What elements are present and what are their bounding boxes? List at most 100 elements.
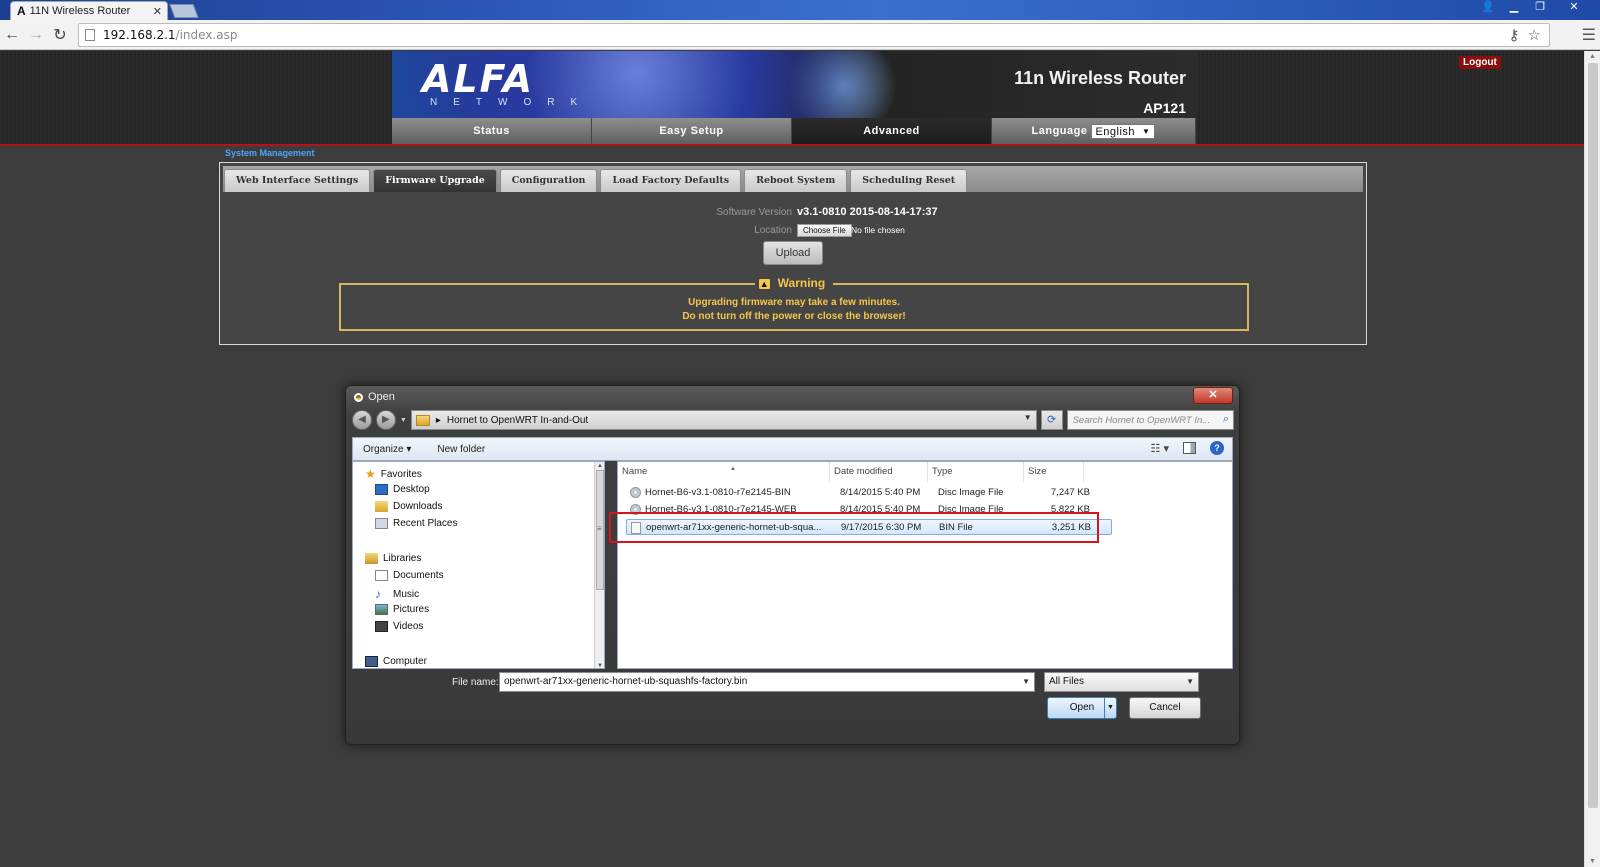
scrollbar-thumb[interactable] bbox=[1588, 63, 1598, 808]
path-breadcrumb[interactable]: ▸ Hornet to OpenWRT In-and-Out ▼ bbox=[410, 410, 1037, 430]
file-row[interactable]: Hornet-B6-v3.1-0810-r7e2145-BIN 8/14/201… bbox=[626, 485, 1112, 501]
user-icon[interactable]: 👤 bbox=[1476, 0, 1500, 16]
no-file-text: No file chosen bbox=[851, 225, 905, 235]
nav-status[interactable]: Status bbox=[392, 118, 592, 144]
breadcrumb[interactable]: System Management bbox=[225, 148, 315, 158]
tab-web-interface-settings[interactable]: Web Interface Settings bbox=[224, 169, 371, 192]
dialog-forward-icon[interactable]: ▶ bbox=[375, 410, 396, 430]
maximize-icon[interactable]: ❐ bbox=[1528, 0, 1552, 16]
chrome-icon bbox=[354, 392, 363, 402]
nav-recent-places[interactable]: Recent Places bbox=[375, 518, 457, 529]
key-icon[interactable]: ⚷ bbox=[1509, 26, 1520, 44]
nav-computer-label: Computer bbox=[383, 656, 427, 667]
file-type-select[interactable]: All Files ▼ bbox=[1044, 672, 1199, 692]
alfa-favicon-icon: A bbox=[17, 4, 26, 18]
upload-button[interactable]: Upload bbox=[763, 241, 823, 265]
file-name-dropdown-icon[interactable]: ▼ bbox=[1022, 673, 1030, 691]
nav-desktop[interactable]: Desktop bbox=[375, 484, 430, 495]
tab-close-icon[interactable]: ✕ bbox=[153, 5, 162, 18]
search-placeholder: Search Hornet to OpenWRT In... bbox=[1072, 414, 1211, 426]
file-name-input[interactable]: openwrt-ar71xx-generic-hornet-ub-squashf… bbox=[499, 672, 1035, 692]
nav-advanced[interactable]: Advanced bbox=[792, 118, 992, 144]
splitter-grip-icon[interactable]: ≡ bbox=[597, 524, 602, 533]
column-date-modified[interactable]: Date modified bbox=[830, 462, 928, 482]
column-name[interactable]: Name ▲ bbox=[618, 462, 830, 482]
browser-tab[interactable]: A 11N Wireless Router ✕ bbox=[10, 1, 168, 20]
nav-documents[interactable]: Documents bbox=[375, 570, 444, 581]
url-host: 192.168.2.1 bbox=[103, 28, 176, 42]
nav-pictures-label: Pictures bbox=[393, 604, 430, 615]
forward-icon[interactable]: → bbox=[24, 26, 48, 44]
nav-scroll-down-icon[interactable]: ▼ bbox=[597, 663, 603, 668]
open-button[interactable]: Open ▼ bbox=[1047, 697, 1117, 719]
help-icon[interactable]: ? bbox=[1210, 441, 1224, 455]
browser-toolbar: ← → ↻ 192.168.2.1/index.asp ⚷ ☆ ☰ bbox=[0, 20, 1600, 50]
address-bar[interactable]: 192.168.2.1/index.asp ⚷ ☆ bbox=[78, 23, 1550, 47]
logout-button[interactable]: Logout bbox=[1459, 56, 1501, 69]
disc-image-icon bbox=[630, 487, 641, 498]
downloads-icon bbox=[375, 501, 388, 512]
back-icon[interactable]: ← bbox=[0, 26, 24, 44]
bookmark-star-icon[interactable]: ☆ bbox=[1528, 26, 1541, 44]
search-icon[interactable]: ⌕ bbox=[1223, 413, 1229, 426]
new-tab-button[interactable] bbox=[169, 4, 199, 18]
tab-load-factory-defaults[interactable]: Load Factory Defaults bbox=[600, 169, 742, 192]
file-type: Disc Image File bbox=[938, 487, 1004, 498]
scroll-up-icon[interactable]: ▲ bbox=[1589, 53, 1596, 60]
file-type-value: All Files bbox=[1049, 676, 1085, 687]
path-text[interactable]: Hornet to OpenWRT In-and-Out bbox=[447, 415, 588, 426]
tab-reboot-system[interactable]: Reboot System bbox=[744, 169, 848, 192]
page-scrollbar[interactable]: ▲ ▼ bbox=[1584, 51, 1600, 867]
nav-recent-places-label: Recent Places bbox=[393, 518, 458, 529]
nav-easy-setup[interactable]: Easy Setup bbox=[592, 118, 792, 144]
new-folder-button[interactable]: New folder bbox=[437, 444, 485, 455]
language-value: English bbox=[1095, 125, 1136, 138]
nav-music[interactable]: ♪ Music bbox=[375, 587, 419, 601]
reload-icon[interactable]: ↻ bbox=[48, 25, 72, 45]
tab-scheduling-reset[interactable]: Scheduling Reset bbox=[850, 169, 968, 192]
refresh-icon[interactable]: ⟳ bbox=[1040, 410, 1063, 430]
nav-pictures[interactable]: Pictures bbox=[375, 604, 429, 615]
choose-file-button[interactable]: Choose File bbox=[797, 224, 852, 237]
nav-scroll-up-icon[interactable]: ▲ bbox=[597, 463, 603, 469]
nav-documents-label: Documents bbox=[393, 570, 444, 581]
window-close-icon[interactable]: ✕ bbox=[1554, 0, 1594, 16]
file-list: Name ▲ Date modified Type Size Hornet-B6-… bbox=[617, 461, 1233, 669]
cancel-button[interactable]: Cancel bbox=[1129, 697, 1201, 719]
file-name: Hornet-B6-v3.1-0810-r7e2145-BIN bbox=[645, 487, 791, 498]
organize-button[interactable]: Organize ▾ bbox=[363, 444, 411, 455]
file-date: 8/14/2015 5:40 PM bbox=[840, 487, 921, 498]
column-size[interactable]: Size bbox=[1024, 462, 1084, 482]
nav-desktop-label: Desktop bbox=[393, 484, 430, 495]
recent-locations-icon[interactable]: ▼ bbox=[400, 417, 407, 424]
minimize-icon[interactable]: ▁ bbox=[1502, 0, 1526, 16]
column-type[interactable]: Type bbox=[928, 462, 1024, 482]
computer-icon bbox=[365, 656, 378, 667]
path-dropdown-icon[interactable]: ▼ bbox=[1024, 413, 1032, 422]
tab-firmware-upgrade[interactable]: Firmware Upgrade bbox=[373, 169, 497, 192]
nav-downloads-label: Downloads bbox=[393, 501, 443, 512]
nav-videos[interactable]: Videos bbox=[375, 621, 423, 632]
search-input[interactable]: Search Hornet to OpenWRT In... ⌕ bbox=[1066, 410, 1235, 430]
nav-music-label: Music bbox=[393, 588, 420, 600]
libraries-icon bbox=[365, 553, 378, 564]
dialog-close-button[interactable]: ✕ bbox=[1193, 387, 1233, 404]
open-split-dropdown-icon[interactable]: ▼ bbox=[1104, 698, 1116, 718]
warning-box: ▲ Warning Upgrading firmware may take a f… bbox=[339, 276, 1249, 331]
open-file-dialog: Open ✕ ◀ ▶ ▼ ▸ Hornet to OpenWRT In-and-… bbox=[345, 385, 1240, 745]
chrome-menu-icon[interactable]: ☰ bbox=[1582, 25, 1596, 45]
nav-libraries[interactable]: Libraries bbox=[365, 553, 421, 564]
language-select[interactable]: English ▼ bbox=[1091, 123, 1156, 139]
dialog-back-icon[interactable]: ◀ bbox=[352, 410, 372, 430]
nav-pane-scrollbar[interactable]: ▲ ≡ ▼ bbox=[594, 462, 604, 668]
preview-pane-icon[interactable] bbox=[1183, 442, 1196, 454]
nav-favorites[interactable]: ★ Favorites bbox=[365, 467, 422, 481]
path-separator-icon[interactable]: ▸ bbox=[436, 415, 441, 426]
change-view-icon[interactable]: ☷ ▾ bbox=[1151, 442, 1169, 455]
nav-downloads[interactable]: Downloads bbox=[375, 501, 442, 512]
nav-computer[interactable]: Computer bbox=[365, 656, 427, 667]
navigation-pane: ★ Favorites Desktop Downloads Recent Plac… bbox=[352, 461, 605, 669]
tab-configuration[interactable]: Configuration bbox=[499, 169, 598, 192]
scroll-down-icon[interactable]: ▼ bbox=[1589, 858, 1596, 865]
location-label: Location bbox=[754, 225, 792, 236]
